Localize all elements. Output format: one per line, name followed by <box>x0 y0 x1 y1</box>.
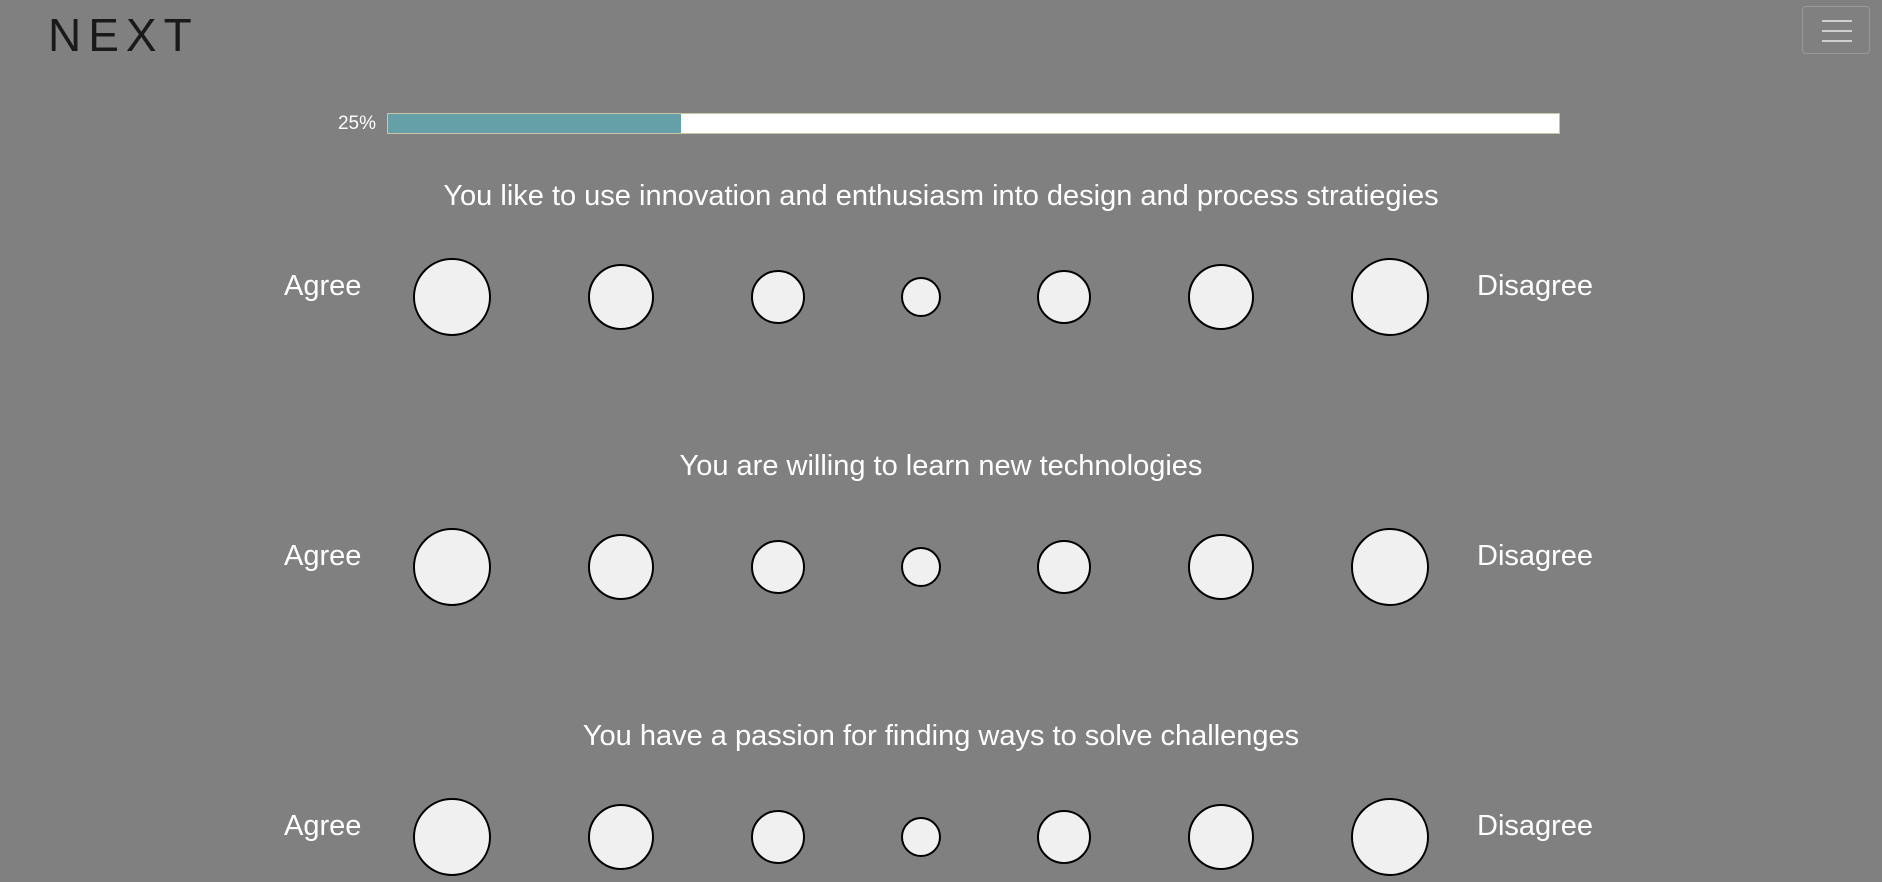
progress-fill <box>388 114 681 133</box>
question-text: You like to use innovation and enthusias… <box>443 180 1439 212</box>
menu-button[interactable] <box>1802 6 1870 54</box>
choice-strongly-disagree-radio[interactable] <box>1351 258 1429 336</box>
disagree-label: Disagree <box>1477 540 1594 572</box>
agree-label: Agree <box>284 810 362 842</box>
choice-slightly-disagree-radio[interactable] <box>1037 270 1091 324</box>
choice-strongly-disagree-radio[interactable] <box>1351 528 1429 606</box>
choice-neutral-radio[interactable] <box>901 547 941 587</box>
choice-disagree-radio[interactable] <box>1188 804 1254 870</box>
choice-strongly-agree-radio[interactable] <box>413 258 491 336</box>
choice-slightly-agree-radio[interactable] <box>751 540 805 594</box>
progress-label: 25% <box>337 113 376 134</box>
choice-agree-radio[interactable] <box>588 264 654 330</box>
choice-disagree-radio[interactable] <box>1188 264 1254 330</box>
choice-agree-radio[interactable] <box>588 804 654 870</box>
choice-strongly-agree-radio[interactable] <box>413 798 491 876</box>
choice-neutral-radio[interactable] <box>901 277 941 317</box>
agree-label: Agree <box>284 270 362 302</box>
choice-strongly-agree-radio[interactable] <box>413 528 491 606</box>
question-text: You are willing to learn new technologie… <box>679 450 1203 482</box>
choice-slightly-disagree-radio[interactable] <box>1037 810 1091 864</box>
choice-neutral-radio[interactable] <box>901 817 941 857</box>
choice-slightly-agree-radio[interactable] <box>751 270 805 324</box>
survey-page: NEXT 25% You like to use innovation and … <box>0 0 1882 882</box>
agree-label: Agree <box>284 540 362 572</box>
choice-disagree-radio[interactable] <box>1188 534 1254 600</box>
disagree-label: Disagree <box>1477 270 1594 302</box>
choice-slightly-agree-radio[interactable] <box>751 810 805 864</box>
disagree-label: Disagree <box>1477 810 1594 842</box>
progress-bar <box>387 113 1560 134</box>
choice-agree-radio[interactable] <box>588 534 654 600</box>
question-text: You have a passion for finding ways to s… <box>582 720 1300 752</box>
choice-strongly-disagree-radio[interactable] <box>1351 798 1429 876</box>
logo: NEXT <box>48 9 199 61</box>
choice-slightly-disagree-radio[interactable] <box>1037 540 1091 594</box>
